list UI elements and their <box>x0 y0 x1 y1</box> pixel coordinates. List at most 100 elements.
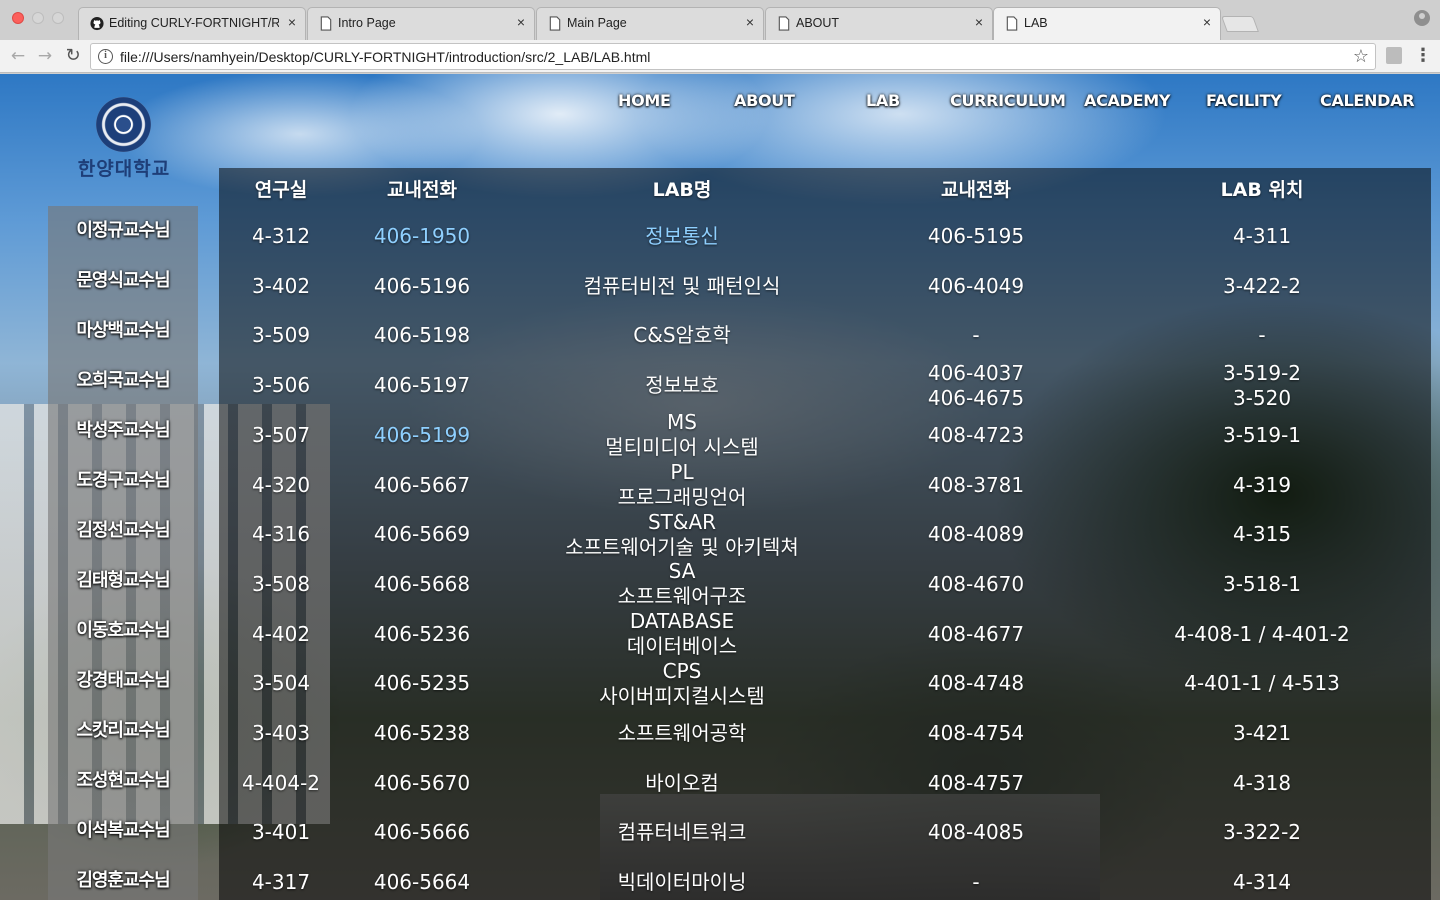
lab-location-cell: 3-422-2 <box>1089 274 1435 299</box>
address-bar[interactable]: i file:///Users/namhyein/Desktop/CURLY-F… <box>90 43 1376 70</box>
browser-tab[interactable]: Main Page × <box>536 7 764 40</box>
sidebar-item-professor[interactable]: 김정선교수님 <box>48 516 198 542</box>
close-tab-icon[interactable]: × <box>288 14 296 30</box>
maximize-window-button[interactable] <box>52 12 64 24</box>
close-tab-icon[interactable]: × <box>975 14 983 30</box>
nav-academy[interactable]: ACADEMY <box>1084 91 1170 110</box>
browser-tab[interactable]: Intro Page × <box>307 7 535 40</box>
room-cell-line: 3-507 <box>251 422 311 447</box>
sidebar-item-professor[interactable]: 김태형교수님 <box>48 566 198 592</box>
reload-icon[interactable]: ↻ <box>62 45 84 67</box>
nav-home[interactable]: HOME <box>618 91 671 110</box>
close-tab-icon[interactable]: × <box>746 14 754 30</box>
browser-tab-active[interactable]: LAB × <box>993 7 1221 41</box>
lab-phone-cell: 408-4754 <box>863 721 1089 746</box>
browser-tab[interactable]: Editing CURLY-FORTNIGHT/RE × <box>78 7 306 40</box>
lab-location-cell-line: 4-318 <box>1232 770 1292 795</box>
lab-phone-cell-line: 408-4089 <box>927 522 1025 547</box>
nav-lab[interactable]: LAB <box>866 91 900 110</box>
lab-location-cell-line: 3-519-1 <box>1222 422 1302 447</box>
lab-name-cell-line: 빅데이터마이닝 <box>617 870 747 895</box>
back-arrow-icon[interactable]: ← <box>7 45 29 67</box>
sidebar-item-professor[interactable]: 이정규교수님 <box>48 216 198 242</box>
nav-about[interactable]: ABOUT <box>734 91 795 110</box>
sidebar-item-professor[interactable]: 강경태교수님 <box>48 666 198 692</box>
phone-cell: 406-5198 <box>343 323 501 348</box>
new-tab-button[interactable] <box>1221 16 1259 32</box>
sidebar-item-professor[interactable]: 김영훈교수님 <box>48 866 198 892</box>
column-header-room: 연구실 <box>254 179 308 201</box>
sidebar-item-professor[interactable]: 스캇리교수님 <box>48 716 198 742</box>
lab-name-cell: 바이오컴 <box>501 771 863 796</box>
room-cell-line: 4-316 <box>251 522 311 547</box>
sidebar-item-professor[interactable]: 문영식교수님 <box>48 266 198 292</box>
logo-text[interactable]: 한양대학교 <box>60 154 188 181</box>
lab-name-cell-line: 정보통신 <box>645 224 719 248</box>
lab-location-cell: 4-311 <box>1089 224 1435 249</box>
browser-tab[interactable]: ABOUT × <box>765 7 993 40</box>
lab-name-cell: DATABASE 데이터베이스 <box>501 609 863 659</box>
extension-icon[interactable] <box>1386 47 1402 64</box>
sidebar-item-professor[interactable]: 도경구교수님 <box>48 466 198 492</box>
lab-phone-cell-line: 408-4677 <box>927 621 1025 646</box>
sidebar-item-professor[interactable]: 오희국교수님 <box>48 366 198 392</box>
forward-arrow-icon[interactable]: → <box>34 45 56 67</box>
lab-location-cell: 3-519-2 3-520 <box>1089 361 1435 411</box>
lab-location-cell-line: 4-314 <box>1232 870 1292 895</box>
lab-phone-cell: 406-4049 <box>863 274 1089 299</box>
sidebar-item-professor[interactable]: 이석복교수님 <box>48 816 198 842</box>
nav-curriculum[interactable]: CURRICULUM <box>950 91 1066 110</box>
sidebar-item-professor[interactable]: 조성현교수님 <box>48 766 198 792</box>
lab-phone-cell-line: 408-4757 <box>927 770 1025 795</box>
lab-name-cell-line: SA <box>668 559 696 584</box>
lab-phone-cell: 406-4037 406-4675 <box>863 361 1089 411</box>
close-tab-icon[interactable]: × <box>517 14 525 30</box>
info-icon[interactable]: i <box>98 49 113 64</box>
lab-name-cell-line: 컴퓨터비전 및 패턴인식 <box>583 273 781 298</box>
lab-name-cell: CPS 사이버피지컬시스템 <box>501 659 863 709</box>
bookmark-star-icon[interactable]: ☆ <box>1353 46 1369 67</box>
room-cell-line: 4-317 <box>251 870 311 895</box>
column-header-lab-location: LAB 위치 <box>1220 179 1304 201</box>
lab-name-cell-line: ST&AR <box>647 509 717 534</box>
nav-facility[interactable]: FACILITY <box>1206 91 1282 110</box>
lab-phone-cell: 408-4723 <box>863 423 1089 448</box>
lab-location-cell: 4-318 <box>1089 771 1435 796</box>
room-cell: 3-508 <box>219 572 343 597</box>
lab-name-cell: 빅데이터마이닝 <box>501 870 863 895</box>
browser-menu-icon[interactable]: ⋮ <box>1414 46 1432 66</box>
phone-cell: 406-5670 <box>343 771 501 796</box>
phone-cell-line: 406-5668 <box>373 571 471 596</box>
phone-cell[interactable]: 406-5199 <box>343 423 501 448</box>
lab-location-cell: 3-322-2 <box>1089 820 1435 845</box>
lab-phone-cell-line: 408-4723 <box>927 422 1025 447</box>
lab-name-cell-line: CPS <box>662 658 702 683</box>
lab-location-cell-line: 4-315 <box>1232 522 1292 547</box>
close-window-button[interactable] <box>12 12 24 24</box>
lab-name-cell-line: 프로그래밍언어 <box>617 485 747 509</box>
phone-cell-line: 406-5196 <box>373 273 471 298</box>
sidebar-item-professor[interactable]: 이동호교수님 <box>48 616 198 642</box>
profile-icon[interactable] <box>1414 10 1430 26</box>
nav-calendar[interactable]: CALENDAR <box>1320 91 1415 110</box>
sidebar-item-professor[interactable]: 박성주교수님 <box>48 416 198 442</box>
room-cell: 4-316 <box>219 522 343 547</box>
close-tab-icon[interactable]: × <box>1203 14 1211 30</box>
lab-name-cell: 컴퓨터네트워크 <box>501 820 863 845</box>
sidebar-item-professor[interactable]: 마상백교수님 <box>48 316 198 342</box>
lab-phone-cell-line: 408-4754 <box>927 721 1025 745</box>
phone-cell-line: 406-5666 <box>373 820 471 845</box>
lab-name-cell-line: PL <box>670 460 694 484</box>
room-cell-line: 4-402 <box>251 621 311 646</box>
lab-phone-cell: 408-3781 <box>863 473 1089 498</box>
url-text[interactable]: file:///Users/namhyein/Desktop/CURLY-FOR… <box>120 49 650 65</box>
phone-cell[interactable]: 406-1950 <box>343 224 501 249</box>
lab-phone-cell: 408-4670 <box>863 572 1089 597</box>
lab-phone-cell-line: 408-4670 <box>927 571 1025 596</box>
lab-table: 연구실 교내전화 LAB명 교내전화 LAB 위치 4-312 406-1950 정… <box>219 168 1431 900</box>
lab-name-cell[interactable]: 정보통신 <box>501 224 863 249</box>
minimize-window-button[interactable] <box>32 12 44 24</box>
lab-name-cell-line: 소프트웨어구조 <box>617 584 747 609</box>
phone-cell: 406-5236 <box>343 622 501 647</box>
lab-name-cell: 정보보호 <box>501 373 863 398</box>
